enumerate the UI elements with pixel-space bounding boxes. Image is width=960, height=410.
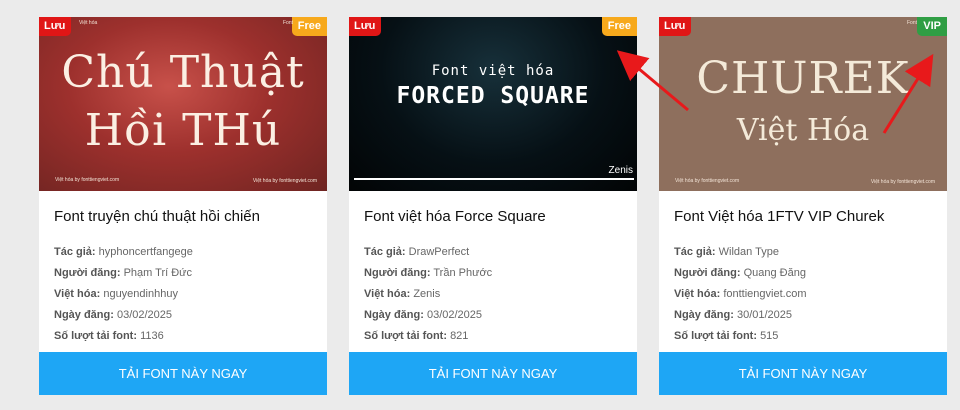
font-meta: Tác giả: hyphoncertfangege Người đăng: P…	[54, 242, 312, 347]
meta-author: Tác giả: DrawPerfect	[364, 246, 470, 258]
meta-author: Tác giả: hyphoncertfangege	[54, 246, 193, 258]
preview-caption: Việt hóa by fonttiengviet.com	[252, 178, 317, 184]
preview-caption: Font	[906, 20, 917, 26]
font-card: Lưu Free Việt hóa Font Chú Thuật Hồi THú…	[39, 17, 327, 395]
download-font-button[interactable]: TẢI FONT NÀY NGAY	[659, 352, 947, 395]
save-badge[interactable]: Lưu	[39, 17, 72, 36]
meta-date: Ngày đăng: 03/02/2025	[364, 309, 483, 321]
free-badge: Free	[601, 17, 637, 36]
save-badge[interactable]: Lưu	[659, 17, 692, 36]
font-title[interactable]: Font Việt hóa 1FTV VIP Churek	[674, 208, 932, 234]
meta-localizer: Việt hóa: fonttiengviet.com	[674, 288, 807, 300]
preview-caption: Font	[282, 20, 293, 26]
meta-date: Ngày đăng: 30/01/2025	[674, 309, 793, 321]
font-title[interactable]: Font truyện chú thuật hồi chiến	[54, 208, 312, 234]
font-card: Lưu VIP Font CHUREK Việt Hóa Việt hóa by…	[659, 17, 947, 395]
font-title[interactable]: Font việt hóa Force Square	[364, 208, 622, 234]
meta-poster: Người đăng: Trần Phước	[364, 267, 493, 279]
free-badge: Free	[291, 17, 327, 36]
meta-localizer: Việt hóa: Zenis	[364, 288, 441, 300]
meta-author: Tác giả: Wildan Type	[674, 246, 779, 258]
preview-underline	[354, 178, 634, 180]
font-card-grid: Lưu Free Việt hóa Font Chú Thuật Hồi THú…	[0, 0, 960, 410]
font-meta: Tác giả: DrawPerfect Người đăng: Trần Ph…	[364, 242, 622, 347]
meta-poster: Người đăng: Phạm Trí Đức	[54, 267, 193, 279]
meta-date: Ngày đăng: 03/02/2025	[54, 309, 173, 321]
preview-caption: Việt hóa by fonttiengviet.com	[675, 178, 740, 184]
preview-art-line: Việt Hóa	[736, 113, 870, 148]
font-preview-image[interactable]: Lưu VIP Font CHUREK Việt Hóa Việt hóa by…	[659, 17, 947, 191]
font-card: Lưu Free Font việt hóa FORCED SQUARE Zen…	[349, 17, 637, 395]
meta-localizer: Việt hóa: nguyendinhhuy	[54, 288, 178, 300]
font-meta: Tác giả: Wildan Type Người đăng: Quang Đ…	[674, 242, 932, 347]
preview-caption: Việt hóa by fonttiengviet.com	[55, 177, 120, 183]
save-badge[interactable]: Lưu	[349, 17, 382, 36]
download-font-button[interactable]: TẢI FONT NÀY NGAY	[349, 352, 637, 395]
preview-caption: Việt hóa	[79, 20, 98, 26]
preview-signature: Zenis	[608, 165, 633, 176]
preview-art-line: Chú Thuật	[61, 47, 305, 98]
preview-art-line: Hồi THú	[84, 105, 282, 156]
download-font-button[interactable]: TẢI FONT NÀY NGAY	[39, 352, 327, 395]
preview-art-line: CHUREK	[696, 53, 910, 104]
preview-art-line: Font việt hóa	[431, 63, 555, 79]
meta-poster: Người đăng: Quang Đăng	[674, 267, 806, 279]
meta-downloads: Số lượt tải font: 515	[674, 330, 779, 342]
font-preview-image[interactable]: Lưu Free Font việt hóa FORCED SQUARE Zen…	[349, 17, 637, 191]
meta-downloads: Số lượt tải font: 821	[364, 330, 469, 342]
preview-caption: Việt hóa by fonttiengviet.com	[870, 179, 935, 185]
vip-badge: VIP	[917, 17, 947, 36]
preview-art-line: FORCED SQUARE	[396, 83, 590, 109]
font-preview-image[interactable]: Lưu Free Việt hóa Font Chú Thuật Hồi THú…	[39, 17, 327, 191]
meta-downloads: Số lượt tải font: 1136	[54, 330, 164, 342]
